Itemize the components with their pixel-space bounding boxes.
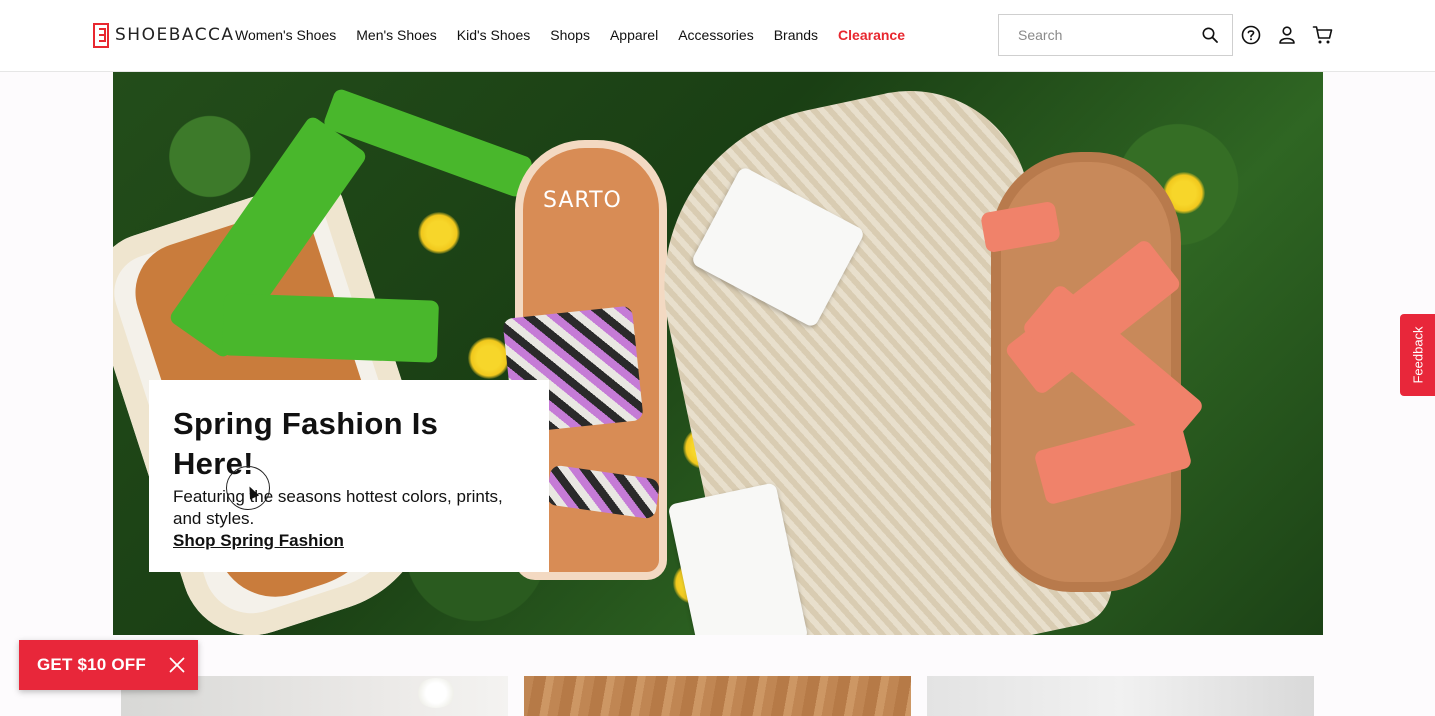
green-strap	[322, 87, 534, 199]
help-icon[interactable]	[1240, 24, 1262, 46]
feedback-tab[interactable]: Feedback	[1400, 314, 1435, 396]
flower-decoration	[416, 678, 456, 708]
close-icon[interactable]	[169, 657, 185, 673]
promo-label: GET $10 OFF	[37, 655, 146, 674]
shop-spring-fashion-link[interactable]: Shop Spring Fashion	[173, 530, 344, 552]
flower-decoration	[418, 212, 460, 254]
nav-womens-shoes[interactable]: Women's Shoes	[235, 26, 336, 44]
site-header: SHOEBACCA Women's Shoes Men's Shoes Kid'…	[0, 0, 1435, 72]
get-10-off-button[interactable]: GET $10 OFF	[19, 640, 198, 690]
main-nav: Women's Shoes Men's Shoes Kid's Shoes Sh…	[235, 26, 925, 44]
nav-clearance[interactable]: Clearance	[838, 26, 905, 44]
nav-brands[interactable]: Brands	[774, 26, 818, 44]
hero-title: Spring Fashion Is Here!	[173, 406, 439, 481]
flower-decoration	[468, 337, 510, 379]
search-icon[interactable]	[1202, 27, 1218, 43]
nav-apparel[interactable]: Apparel	[610, 26, 658, 44]
green-strap	[221, 293, 440, 363]
account-icon[interactable]	[1276, 24, 1298, 46]
cart-icon[interactable]	[1312, 24, 1334, 46]
logo-text: SHOEBACCA	[115, 25, 235, 45]
shoebacca-logo[interactable]: SHOEBACCA	[93, 22, 235, 48]
search-input[interactable]	[999, 15, 1199, 55]
category-tile[interactable]	[927, 676, 1314, 716]
category-tile[interactable]	[524, 676, 911, 716]
nav-kids-shoes[interactable]: Kid's Shoes	[457, 26, 531, 44]
hero-promo-card: Spring Fashion Is Here! Featuring the se…	[149, 380, 549, 572]
nav-accessories[interactable]: Accessories	[678, 26, 753, 44]
feedback-label: Feedback	[1410, 326, 1425, 384]
sarto-brand-text: SARTO	[543, 188, 622, 213]
search-box	[998, 14, 1233, 56]
nav-shops[interactable]: Shops	[550, 26, 590, 44]
logo-mark-icon	[93, 22, 109, 48]
nav-mens-shoes[interactable]: Men's Shoes	[356, 26, 437, 44]
